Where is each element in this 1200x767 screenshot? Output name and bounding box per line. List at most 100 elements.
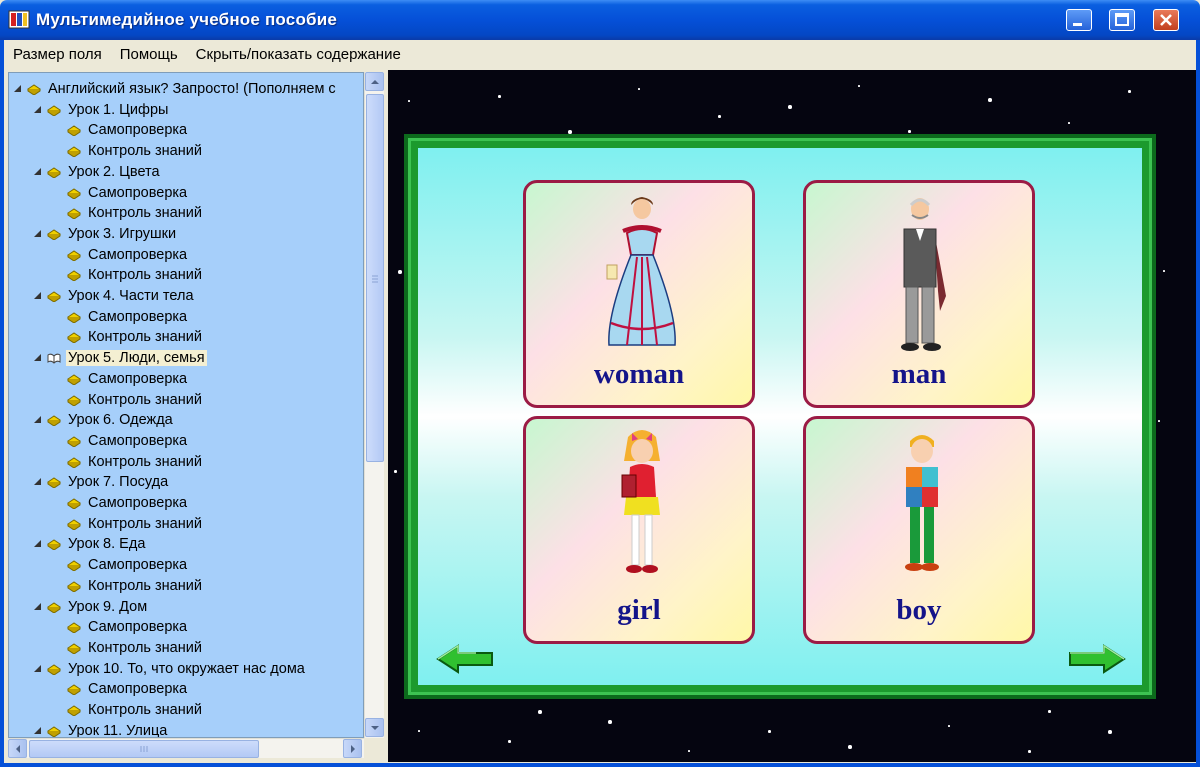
maximize-icon [1115, 13, 1129, 26]
tree-root[interactable]: Английский язык? Запросто! (Пополняем с [13, 79, 338, 99]
tree-item-label: Самопроверка [88, 184, 188, 201]
menu-toggle-contents-label: Скрыть/показать содержание [195, 45, 401, 63]
window-frame-right [1196, 40, 1200, 767]
tree-item-label: Контроль знаний [88, 577, 202, 594]
next-arrow-icon[interactable] [1066, 644, 1126, 674]
maximize-button[interactable] [1109, 9, 1135, 31]
tree-lesson-item[interactable]: Урок 9. Дом [33, 597, 149, 617]
tree-lesson-item[interactable]: Урок 11. Улица [33, 721, 169, 738]
tree-item-label: Контроль знаний [88, 391, 202, 408]
menu-help[interactable]: Помощь [119, 46, 179, 63]
star-decoration [408, 100, 410, 102]
tree-vertical-scrollbar[interactable] [364, 72, 384, 738]
tree-horizontal-scrollbar[interactable] [8, 738, 364, 758]
tree-item-label: Урок 5. Люди, семья [66, 350, 207, 367]
star-decoration [688, 750, 690, 752]
star-decoration [718, 115, 721, 118]
tree-subitem[interactable]: Контроль знаний [67, 390, 204, 410]
tree-item-label: Урок 4. Части тела [68, 288, 194, 304]
tree-subitem[interactable]: Самопроверка [67, 183, 189, 203]
tree-subitem[interactable]: Самопроверка [67, 617, 189, 637]
tree-lesson-item[interactable]: Урок 6. Одежда [33, 410, 175, 430]
contents-tree[interactable]: Английский язык? Запросто! (Пополняем с … [8, 72, 364, 738]
tree-subitem[interactable]: Контроль знаний [67, 265, 204, 285]
card-word-boy: boy [896, 594, 942, 626]
tree-item-label: Самопроверка [88, 681, 188, 698]
tree-lesson-item[interactable]: Урок 8. Еда [33, 534, 147, 554]
scroll-right-button[interactable] [343, 739, 362, 758]
prev-arrow-icon[interactable] [436, 644, 496, 674]
tree-subitem[interactable]: Самопроверка [67, 555, 189, 575]
arrow-left-icon [16, 745, 20, 753]
card-girl[interactable]: girl [523, 416, 755, 644]
tree-subitem[interactable]: Самопроверка [67, 245, 189, 265]
book-icon [47, 167, 61, 178]
star-decoration [1158, 420, 1160, 422]
tree-subitem[interactable]: Контроль знаний [67, 452, 204, 472]
tree-subitem[interactable]: Контроль знаний [67, 203, 204, 223]
tree-lesson-item[interactable]: Урок 5. Люди, семья [33, 348, 207, 368]
star-decoration [508, 740, 511, 743]
tree-subitem[interactable]: Контроль знаний [67, 576, 204, 596]
tree-subitem[interactable]: Самопроверка [67, 369, 189, 389]
horizontal-scroll-thumb[interactable] [29, 740, 259, 758]
tree-item-label: Контроль знаний [88, 639, 202, 656]
scroll-up-button[interactable] [365, 72, 384, 91]
scroll-down-button[interactable] [365, 718, 384, 737]
tree-subitem[interactable]: Контроль знаний [67, 514, 204, 534]
book-icon [47, 415, 61, 427]
tree-subitem[interactable]: Контроль знаний [67, 638, 204, 658]
tree-root-label: Английский язык? Запросто! (Пополняем с [48, 81, 336, 97]
tree-subitem[interactable]: Самопроверка [67, 307, 189, 327]
tree-item-label: Самопроверка [88, 246, 188, 263]
scroll-left-button[interactable] [8, 739, 27, 758]
arrow-down-icon [371, 726, 379, 730]
card-boy[interactable]: boy [803, 416, 1035, 644]
tree-subitem[interactable]: Контроль знаний [67, 141, 204, 161]
tree-subitem[interactable]: Самопроверка [67, 431, 189, 451]
scroll-thumb[interactable] [366, 94, 384, 462]
tree-lesson-item[interactable]: Урок 2. Цвета [33, 162, 162, 182]
book-icon [67, 125, 81, 137]
book-icon [47, 105, 61, 116]
collapse-icon [34, 540, 41, 548]
girl-illustration-icon [621, 430, 660, 573]
tree-subitem[interactable]: Самопроверка [67, 493, 189, 513]
tree-item-label: Урок 11. Улица [68, 722, 168, 738]
close-button[interactable] [1153, 9, 1179, 31]
book-icon [67, 208, 81, 220]
tree-subitem[interactable]: Контроль знаний [67, 700, 204, 720]
star-decoration [1128, 90, 1131, 93]
menu-field-size[interactable]: Размер поля [12, 46, 103, 63]
tree-item-label: Контроль знаний [88, 143, 202, 160]
arrow-right-icon [351, 745, 355, 753]
tree-subitem[interactable]: Самопроверка [67, 120, 189, 140]
tree-item-label: Самопроверка [88, 370, 188, 387]
card-man[interactable]: man [803, 180, 1035, 408]
star-decoration [848, 745, 852, 749]
content-right-strip [1170, 70, 1196, 762]
collapse-icon [34, 105, 41, 113]
card-woman[interactable]: woman [523, 180, 755, 408]
arrow-up-icon [371, 80, 379, 84]
tree-lesson-item[interactable]: Урок 3. Игрушки [33, 224, 178, 244]
woman-illustration-icon [606, 197, 676, 346]
book-icon [47, 539, 61, 551]
star-decoration [1068, 122, 1070, 124]
tree-lesson-item[interactable]: Урок 4. Части тела [33, 286, 196, 306]
tree-lesson-item[interactable]: Урок 7. Посуда [33, 472, 170, 492]
book-icon [47, 477, 61, 489]
book-icon [27, 84, 41, 95]
tree-item-label: Урок 9. Дом [68, 598, 148, 615]
minimize-button[interactable] [1066, 9, 1092, 31]
tree-item-label: Урок 10. То, что окружает нас дома [68, 660, 305, 677]
collapse-icon [34, 726, 41, 734]
tree-lesson-item[interactable]: Урок 1. Цифры [33, 100, 170, 120]
tree-subitem[interactable]: Контроль знаний [67, 327, 204, 347]
menu-toggle-contents[interactable]: Скрыть/показать содержание [195, 46, 402, 63]
tree-lesson-item[interactable]: Урок 10. То, что окружает нас дома [33, 659, 307, 679]
tree-item-label: Самопроверка [88, 557, 188, 574]
flashcard-panel: woman man girl boy [418, 148, 1142, 685]
tree-subitem[interactable]: Самопроверка [67, 679, 189, 699]
book-icon [67, 705, 81, 716]
